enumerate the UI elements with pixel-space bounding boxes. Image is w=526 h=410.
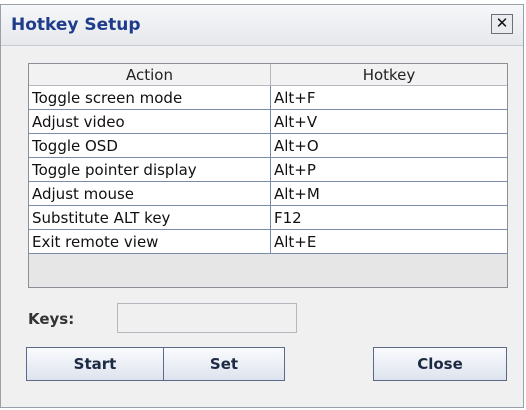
dialog-title: Hotkey Setup bbox=[11, 15, 141, 35]
hotkey-cell: Alt+F bbox=[270, 85, 507, 110]
hotkey-setup-dialog: Hotkey Setup ✕ Action Hotkey Toggle scre… bbox=[0, 4, 524, 408]
hotkey-cell: Alt+P bbox=[270, 157, 507, 182]
set-button[interactable]: Set bbox=[163, 347, 285, 381]
hotkey-cell: Alt+V bbox=[270, 109, 507, 134]
action-cell: Exit remote view bbox=[29, 229, 271, 254]
action-cell: Adjust video bbox=[29, 109, 271, 134]
action-cell: Adjust mouse bbox=[29, 181, 271, 206]
action-cell: Toggle OSD bbox=[29, 133, 271, 158]
table-row[interactable]: Toggle OSD Alt+O bbox=[29, 133, 507, 158]
table-header-row: Action Hotkey bbox=[29, 64, 507, 86]
hotkey-cell: Alt+E bbox=[270, 229, 507, 254]
table-row[interactable]: Exit remote view Alt+E bbox=[29, 229, 507, 254]
close-button[interactable]: Close bbox=[373, 347, 507, 381]
hotkey-cell: Alt+M bbox=[270, 181, 507, 206]
hotkey-table-container: Action Hotkey Toggle screen mode Alt+F A… bbox=[28, 63, 508, 288]
column-header-action[interactable]: Action bbox=[29, 64, 271, 86]
table-row[interactable]: Toggle pointer display Alt+P bbox=[29, 157, 507, 182]
action-cell: Toggle pointer display bbox=[29, 157, 271, 182]
table-row[interactable]: Adjust mouse Alt+M bbox=[29, 181, 507, 206]
title-bar[interactable]: Hotkey Setup ✕ bbox=[1, 5, 523, 46]
hotkey-cell: F12 bbox=[270, 205, 507, 230]
table-row[interactable]: Substitute ALT key F12 bbox=[29, 205, 507, 230]
table-row[interactable]: Toggle screen mode Alt+F bbox=[29, 85, 507, 110]
table-row[interactable]: Adjust video Alt+V bbox=[29, 109, 507, 134]
action-cell: Substitute ALT key bbox=[29, 205, 271, 230]
action-cell: Toggle screen mode bbox=[29, 85, 271, 110]
start-button[interactable]: Start bbox=[26, 347, 164, 381]
column-header-hotkey[interactable]: Hotkey bbox=[270, 64, 507, 86]
keys-input[interactable] bbox=[117, 303, 297, 333]
hotkey-cell: Alt+O bbox=[270, 133, 507, 158]
hotkey-table: Action Hotkey Toggle screen mode Alt+F A… bbox=[29, 64, 507, 254]
keys-label: Keys: bbox=[28, 310, 75, 328]
close-icon[interactable]: ✕ bbox=[491, 14, 513, 34]
